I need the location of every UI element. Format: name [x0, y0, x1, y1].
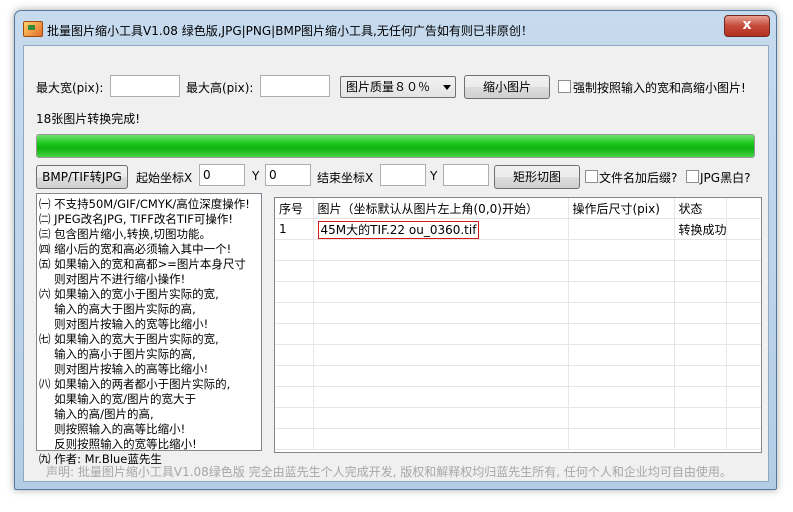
column-header-size[interactable]: 操作后尺寸(pix)	[568, 198, 675, 219]
shrink-button[interactable]: 缩小图片	[464, 75, 550, 99]
help-line: ㈤ 如果输入的宽和高都>=图片本身尺寸	[39, 257, 246, 271]
empty-row	[275, 302, 761, 324]
empty-row	[275, 281, 761, 303]
end-y-label: Y	[430, 169, 438, 183]
cell-filler	[726, 218, 761, 240]
empty-row	[275, 365, 761, 387]
footer-disclaimer: 声明: 批量图片缩小工具V1.08绿色版 完全由蓝先生个人完成开发, 版权和解释…	[46, 465, 732, 479]
help-line: 则对图片不进行缩小操作!	[39, 272, 186, 286]
progress-bar	[36, 134, 755, 158]
cell-file-highlight: 45M大的TIF.22 ou_0360.tif	[317, 220, 480, 239]
force-size-checkbox[interactable]	[558, 80, 571, 93]
cell-index: 1	[275, 218, 314, 240]
column-header-index[interactable]: 序号	[275, 198, 314, 219]
column-header-status[interactable]: 状态	[674, 198, 727, 219]
help-line: ㈥ 如果输入的宽小于图片实际的宽,	[39, 287, 219, 301]
max-width-label: 最大宽(pix):	[36, 81, 104, 95]
quality-select-value: 图片质量８０％	[346, 80, 431, 94]
status-message: 18张图片转换完成!	[36, 112, 141, 126]
help-line: 则对图片按输入的高等比缩小!	[39, 362, 209, 376]
help-panel: ㈠ 不支持50M/GIF/CMYK/高位深度操作! ㈡ JPEG改名JPG, T…	[36, 193, 262, 466]
column-header-image[interactable]: 图片（坐标默认从图片左上角(0,0)开始）	[313, 198, 569, 219]
empty-row	[275, 386, 761, 408]
app-icon	[23, 21, 43, 37]
help-line: 则对图片按输入的宽等比缩小!	[39, 317, 209, 331]
empty-row	[275, 428, 761, 450]
help-line: ㈣ 缩小后的宽和高必须输入其中一个!	[39, 242, 232, 256]
bmp-tif-to-jpg-button[interactable]: BMP/TIF转JPG	[36, 165, 128, 189]
max-width-input[interactable]	[110, 75, 180, 97]
progress-fill	[37, 135, 754, 157]
jpg-bw-label: JPG黑白?	[700, 171, 751, 185]
force-size-label: 强制按照输入的宽和高缩小图片!	[573, 81, 746, 95]
end-x-input[interactable]	[380, 164, 426, 186]
window-title: 批量图片缩小工具V1.08 绿色版,JPG|PNG|BMP图片缩小工具,无任何广…	[47, 24, 533, 38]
help-line: 输入的高大于图片实际的高,	[39, 302, 196, 316]
table-row[interactable]: 1 45M大的TIF.22 ou_0360.tif 转换成功	[275, 218, 761, 240]
empty-row	[275, 260, 761, 282]
max-height-label: 最大高(pix):	[186, 81, 254, 95]
empty-row	[275, 344, 761, 366]
column-header-filler	[726, 198, 761, 219]
end-x-label: 结束坐标X	[317, 171, 374, 185]
empty-row	[275, 407, 761, 429]
help-line: ㈧ 如果输入的两者都小于图片实际的,	[39, 377, 231, 391]
help-line: ㈦ 如果输入的宽大于图片实际的宽,	[39, 332, 219, 346]
close-button[interactable]: x	[724, 15, 770, 37]
help-line: 输入的高小于图片实际的高,	[39, 347, 196, 361]
start-y-label: Y	[252, 169, 260, 183]
cell-file: 45M大的TIF.22 ou_0360.tif	[313, 218, 569, 240]
cell-size	[568, 218, 675, 240]
help-line: ㈡ JPEG改名JPG, TIFF改名TIF可操作!	[39, 212, 233, 226]
suffix-checkbox[interactable]	[585, 170, 598, 183]
client-area: 最大宽(pix): 最大高(pix): 图片质量８０％ 缩小图片 强制按照输入的…	[23, 45, 769, 482]
start-x-input[interactable]: 0	[199, 164, 245, 186]
cell-status: 转换成功	[674, 218, 727, 240]
jpg-bw-checkbox[interactable]	[686, 170, 699, 183]
help-line: 输入的高/图片的高,	[39, 407, 154, 421]
help-line: ㈠ 不支持50M/GIF/CMYK/高位深度操作!	[39, 197, 250, 211]
help-line: 如果输入的宽/图片的宽大于	[39, 392, 197, 406]
help-line: ㈢ 包含图片缩小,转换,切图功能。	[39, 227, 211, 241]
rect-crop-button[interactable]: 矩形切图	[494, 165, 580, 189]
empty-row	[275, 323, 761, 345]
max-height-input[interactable]	[260, 75, 330, 97]
start-x-label: 起始坐标X	[136, 171, 193, 185]
quality-select[interactable]: 图片质量８０％	[340, 76, 456, 98]
help-line: 则按照输入的高等比缩小!	[39, 422, 186, 436]
end-y-input[interactable]	[443, 164, 489, 186]
grid-header-row: 序号 图片（坐标默认从图片左上角(0,0)开始） 操作后尺寸(pix) 状态	[275, 198, 761, 219]
file-list-grid[interactable]: 序号 图片（坐标默认从图片左上角(0,0)开始） 操作后尺寸(pix) 状态 1…	[274, 197, 762, 453]
start-y-input[interactable]: 0	[265, 164, 311, 186]
help-line: 反则按照输入的宽等比缩小!	[39, 437, 197, 451]
main-window: 批量图片缩小工具V1.08 绿色版,JPG|PNG|BMP图片缩小工具,无任何广…	[14, 10, 777, 490]
empty-row	[275, 239, 761, 261]
chevron-down-icon	[443, 85, 451, 90]
suffix-label: 文件名加后缀?	[599, 171, 678, 185]
title-bar[interactable]: 批量图片缩小工具V1.08 绿色版,JPG|PNG|BMP图片缩小工具,无任何广…	[15, 11, 776, 45]
